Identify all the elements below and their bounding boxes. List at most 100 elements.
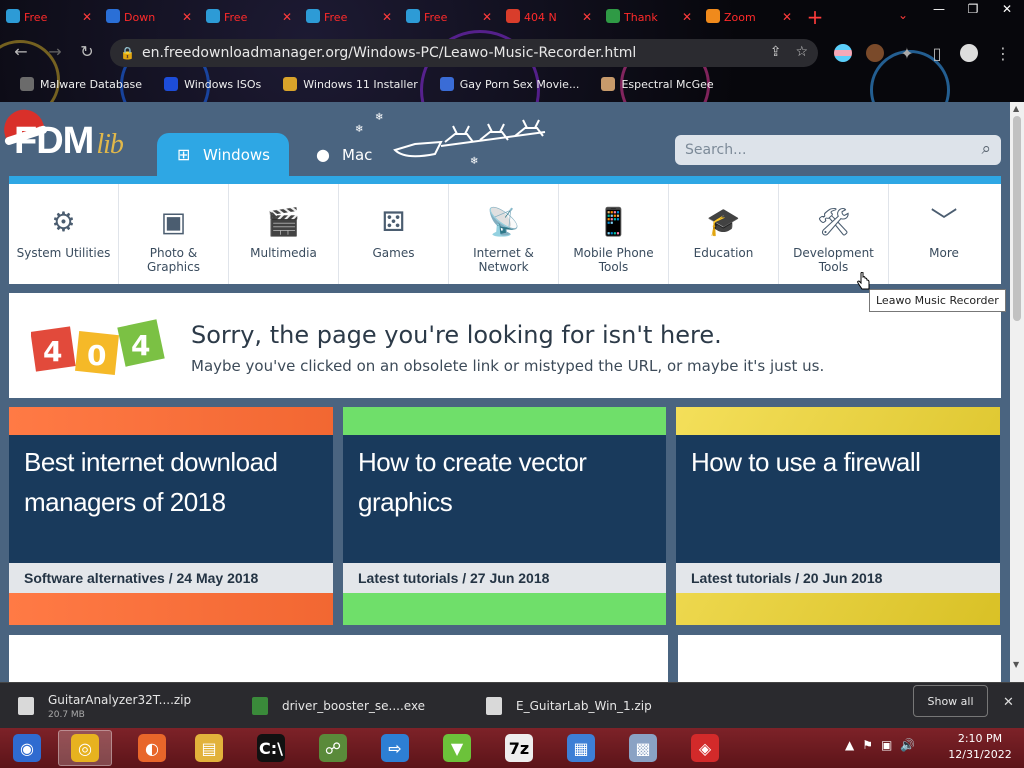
tab-close-icon[interactable]: ✕ xyxy=(382,10,392,24)
download-name: driver_booster_se....exe xyxy=(282,699,426,713)
category-games[interactable]: ⚄ Games xyxy=(339,184,449,284)
download-item[interactable]: E_GuitarLab_Win_1.zip xyxy=(486,683,652,729)
tab-favicon-icon xyxy=(206,9,220,23)
address-bar[interactable]: 🔒 en.freedownloadmanager.org/Windows-PC/… xyxy=(110,39,818,67)
close-window-button[interactable]: ✕ xyxy=(990,0,1024,18)
taskbar-cmd[interactable]: C:\ xyxy=(244,730,298,766)
browser-tab[interactable]: Zoom ✕ xyxy=(700,0,800,34)
share-icon[interactable]: ⇪ xyxy=(770,44,782,60)
reload-button[interactable]: ↻ xyxy=(76,42,98,61)
network-users-icon: ☍ xyxy=(319,734,347,762)
category-label: Multimedia xyxy=(250,246,317,260)
category-mobile[interactable]: 📱 Mobile Phone Tools xyxy=(559,184,669,284)
category-multimedia[interactable]: 🎬 Multimedia xyxy=(229,184,339,284)
bookmark-item[interactable]: Gay Porn Sex Movie... xyxy=(439,77,580,91)
tab-close-icon[interactable]: ✕ xyxy=(182,10,192,24)
extension-flag-icon[interactable] xyxy=(834,44,852,62)
bookmark-item[interactable]: Windows ISOs xyxy=(164,77,261,91)
tab-favicon-icon xyxy=(606,9,620,23)
browser-tab[interactable]: Free ✕ xyxy=(200,0,300,34)
bookmark-label: Espectral McGee xyxy=(621,77,714,91)
browser-tab[interactable]: Free ✕ xyxy=(400,0,500,34)
category-internet[interactable]: 📡 Internet & Network xyxy=(449,184,559,284)
volume-icon[interactable]: 🔊 xyxy=(900,738,915,752)
tab-close-icon[interactable]: ✕ xyxy=(782,10,792,24)
tab-close-icon[interactable]: ✕ xyxy=(282,10,292,24)
exe-file-icon xyxy=(252,697,268,715)
taskbar-file-explorer[interactable]: ▤ xyxy=(182,730,236,766)
browser-tab[interactable]: 404 N ✕ xyxy=(500,0,600,34)
new-tab-button[interactable]: + xyxy=(800,5,830,29)
card-title[interactable]: Best internet download managers of 2018 xyxy=(24,442,294,522)
tab-close-icon[interactable]: ✕ xyxy=(82,10,92,24)
search-input[interactable]: Search... ⌕ xyxy=(675,135,1001,165)
extension-avatar-icon[interactable] xyxy=(866,44,884,62)
tab-close-icon[interactable]: ✕ xyxy=(482,10,492,24)
bookmark-label: Windows 11 Installer xyxy=(303,77,418,91)
firefox-icon: ◐ xyxy=(138,734,166,762)
taskbar-start-button[interactable]: ◉ xyxy=(0,730,54,766)
lock-icon[interactable]: 🔒 xyxy=(120,46,135,60)
scroll-down-icon[interactable]: ▼ xyxy=(1013,660,1019,669)
category-system[interactable]: ⚙ System Utilities xyxy=(9,184,119,284)
bookmark-label: Gay Porn Sex Movie... xyxy=(459,77,580,91)
article-card[interactable]: How to create vector graphics Latest tut… xyxy=(343,407,666,625)
menu-kebab-icon[interactable]: ⋮ xyxy=(992,44,1014,63)
browser-tab[interactable]: Thank ✕ xyxy=(600,0,700,34)
taskbar-chrome[interactable]: ◎ xyxy=(58,730,112,766)
bookmark-item[interactable]: Malware Database xyxy=(20,77,142,91)
forward-button[interactable]: → xyxy=(44,42,66,61)
taskbar-remote-app[interactable]: ⇨ xyxy=(368,730,422,766)
scrollbar-thumb[interactable] xyxy=(1013,116,1021,321)
download-item[interactable]: GuitarAnalyzer32T....zip 20.7 MB xyxy=(18,683,191,729)
minimize-button[interactable]: — xyxy=(922,0,956,18)
tab-search-chevron-icon[interactable]: ⌄ xyxy=(898,8,908,22)
show-all-button[interactable]: Show all xyxy=(913,685,988,717)
fdm-lib-logo[interactable]: FDM lib xyxy=(14,120,124,163)
bookmark-item[interactable]: Espectral McGee xyxy=(601,77,714,91)
browser-tab[interactable]: Free ✕ xyxy=(300,0,400,34)
taskbar-network-users[interactable]: ☍ xyxy=(306,730,360,766)
tab-favicon-icon xyxy=(706,9,720,23)
tray-expand-icon[interactable]: ▲ xyxy=(845,738,854,752)
category-development[interactable]: 🛠 Development Tools xyxy=(779,184,889,284)
tab-windows[interactable]: ⊞ Windows xyxy=(157,133,289,176)
article-card[interactable]: How to use a firewall Latest tutorials /… xyxy=(676,407,1000,625)
tab-close-icon[interactable]: ✕ xyxy=(582,10,592,24)
close-shelf-icon[interactable]: ✕ xyxy=(1003,695,1014,710)
tab-close-icon[interactable]: ✕ xyxy=(682,10,692,24)
category-more[interactable]: ﹀ More xyxy=(889,184,999,284)
download-item[interactable]: driver_booster_se....exe xyxy=(252,683,425,729)
browser-tab[interactable]: Down ✕ xyxy=(100,0,200,34)
category-education[interactable]: 🎓 Education xyxy=(669,184,779,284)
avatar-icon xyxy=(601,77,616,91)
taskbar-media-record[interactable]: ◈ xyxy=(678,730,732,766)
scroll-up-icon[interactable]: ▲ xyxy=(1013,104,1019,113)
search-icon[interactable]: ⌕ xyxy=(981,139,991,159)
profile-avatar-icon[interactable] xyxy=(960,44,978,62)
category-photo[interactable]: ▣ Photo & Graphics xyxy=(119,184,229,284)
card-meta: Latest tutorials / 20 Jun 2018 xyxy=(676,563,1000,593)
back-button[interactable]: ← xyxy=(10,42,32,61)
taskbar-download-arrow[interactable]: ▼ xyxy=(430,730,484,766)
logo-main: FDM xyxy=(14,120,94,162)
extensions-puzzle-icon[interactable]: ✦ xyxy=(896,44,918,63)
taskbar-firefox[interactable]: ◐ xyxy=(125,730,179,766)
browser-tab[interactable]: Free ✕ xyxy=(0,0,100,34)
download-text: GuitarAnalyzer32T....zip 20.7 MB xyxy=(48,693,191,720)
bookmark-item[interactable]: Windows 11 Installer xyxy=(283,77,418,91)
taskbar-iobit[interactable]: ▦ xyxy=(554,730,608,766)
clock[interactable]: 2:10 PM 12/31/2022 xyxy=(940,731,1020,763)
card-title[interactable]: How to use a firewall xyxy=(691,442,991,482)
side-panel-icon[interactable]: ▯ xyxy=(926,44,948,63)
flag-icon[interactable]: ⚑ xyxy=(862,738,873,752)
taskbar-7zip[interactable]: 7z xyxy=(492,730,546,766)
page-scrollbar[interactable]: ▲ ▼ xyxy=(1010,102,1024,682)
tab-favicon-icon xyxy=(6,9,20,23)
article-card[interactable]: Best internet download managers of 2018 … xyxy=(9,407,333,625)
bookmark-star-icon[interactable]: ☆ xyxy=(795,44,808,60)
network-icon[interactable]: ▣ xyxy=(881,738,892,752)
card-title[interactable]: How to create vector graphics xyxy=(358,442,666,522)
restore-button[interactable]: ❐ xyxy=(956,0,990,18)
taskbar-installer[interactable]: ▩ xyxy=(616,730,670,766)
